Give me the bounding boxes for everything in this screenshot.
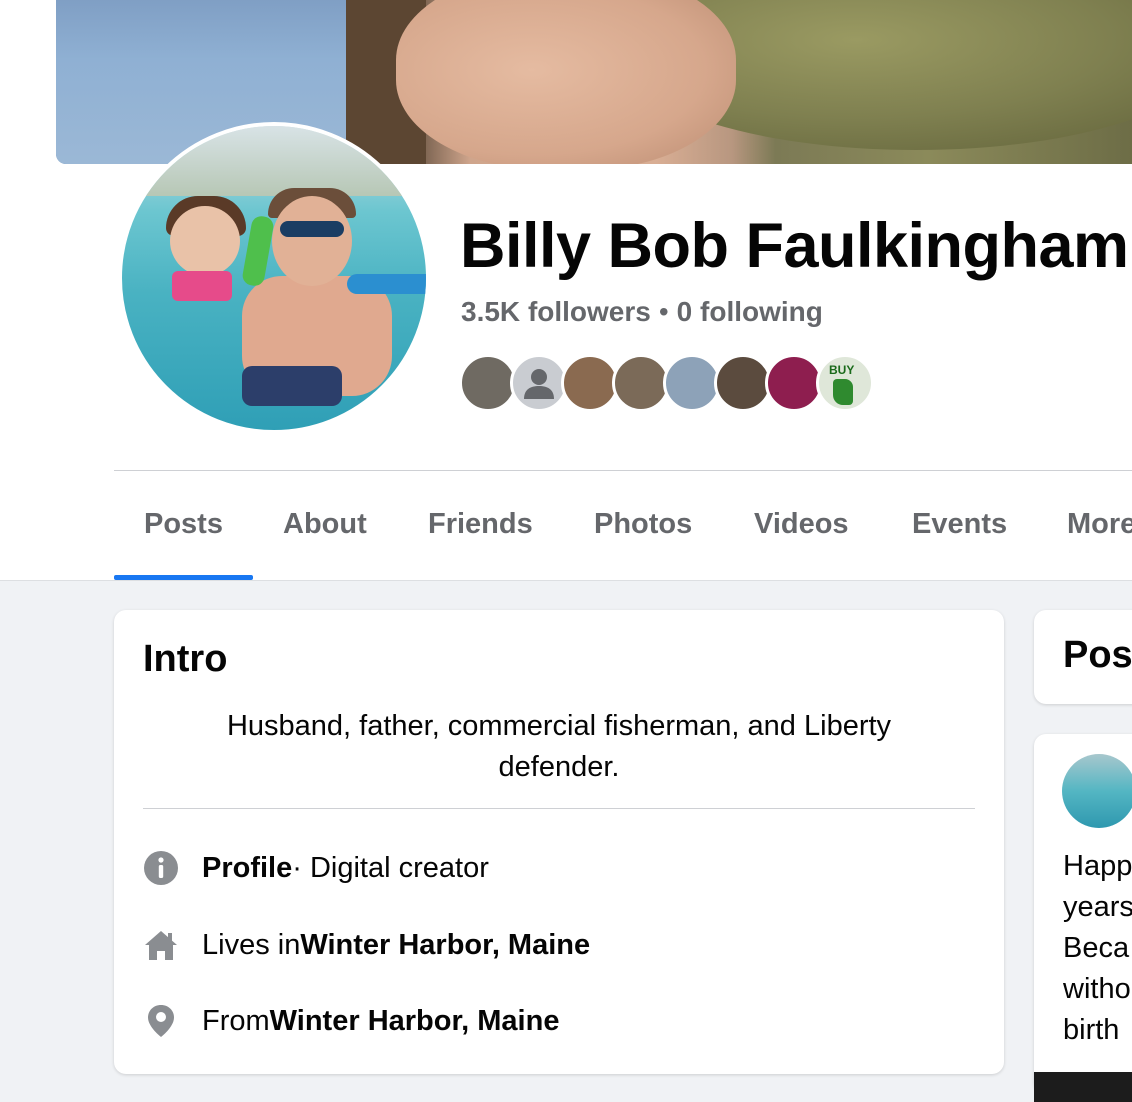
intro-detail-profile: Profile · Digital creator [143,848,489,888]
intro-detail-lives-in: Lives in Winter Harbor, Maine [143,925,590,965]
friends-preview: BUY [459,354,879,412]
following-link[interactable]: 0 following [677,296,823,327]
tab-events[interactable]: Events [912,508,1007,541]
detail-text: Lives in [202,928,301,961]
intro-bio: Husband, father, commercial fisherman, a… [226,710,892,783]
post-author-avatar[interactable] [1062,754,1132,828]
following-label: following [700,296,823,327]
detail-bold-prefix: Profile [202,851,293,884]
posts-header-card: Pos [1034,610,1132,704]
tab-photos[interactable]: Photos [594,508,692,541]
intro-detail-from: From Winter Harbor, Maine [143,1001,559,1041]
posts-title: Pos [1063,634,1132,676]
tab-videos[interactable]: Videos [754,508,849,541]
profile-name: Billy Bob Faulkingham [460,211,1129,281]
header-divider [114,470,1132,471]
detail-location-link[interactable]: Winter Harbor, Maine [300,929,590,962]
friend-avatar[interactable] [561,354,619,412]
post-media[interactable] [1034,1072,1132,1102]
post-text: Happ years Beca witho birth [1063,850,1132,1046]
friend-avatar[interactable] [663,354,721,412]
tabs-divider [0,580,1132,581]
tab-more[interactable]: More [1067,508,1132,541]
friend-avatar[interactable] [510,354,568,412]
friend-badge-text: BUY [829,363,855,377]
friend-avatar[interactable] [714,354,772,412]
profile-picture[interactable] [118,122,430,434]
followers-link[interactable]: 3.5K followers [461,296,651,327]
detail-text: From [202,1004,270,1037]
tab-about[interactable]: About [283,508,367,541]
post-card: Happ years Beca witho birth [1034,734,1132,1102]
follow-stats: 3.5K followers • 0 following [461,296,823,328]
intro-card: Intro Husband, father, commercial fisher… [114,610,1004,1074]
info-icon [143,850,179,886]
intro-divider [143,808,975,809]
friend-avatar[interactable] [765,354,823,412]
followers-label: followers [527,296,651,327]
home-icon [143,927,179,963]
tab-posts[interactable]: Posts [144,508,223,541]
profile-tabs: Posts About Friends Photos Videos Events… [114,500,1132,580]
followers-count: 3.5K [461,296,521,327]
friend-avatar[interactable] [459,354,517,412]
intro-title: Intro [143,638,228,680]
following-count: 0 [676,296,693,327]
tab-friends[interactable]: Friends [428,508,533,541]
friend-avatar[interactable]: BUY [816,354,874,412]
location-pin-icon [143,1003,179,1039]
detail-location-link[interactable]: Winter Harbor, Maine [270,1005,560,1038]
stats-separator: • [658,296,669,327]
friend-avatar[interactable] [612,354,670,412]
detail-text: · Digital creator [292,851,489,884]
